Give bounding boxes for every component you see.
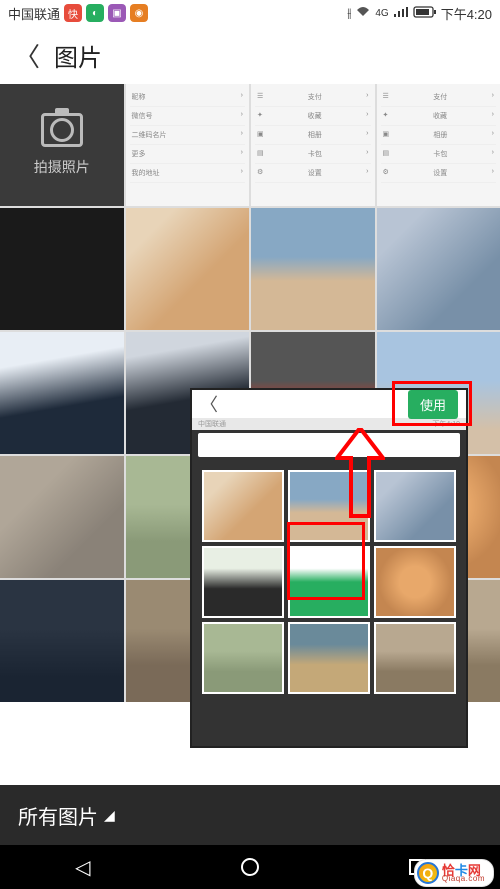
- page-title: 图片: [54, 38, 102, 73]
- annotation-arrow: [335, 428, 385, 523]
- overlay-thumb[interactable]: [202, 546, 284, 618]
- battery-icon: [413, 6, 437, 21]
- header: 〈 图片: [0, 26, 500, 84]
- time-label: 下午4:20: [441, 4, 492, 23]
- dropdown-icon: ◢: [104, 807, 115, 824]
- app-icon-1: 快: [64, 4, 82, 22]
- camera-icon: [41, 113, 83, 147]
- photo-thumb[interactable]: [251, 208, 375, 330]
- annotation-box-selection: [287, 522, 365, 600]
- overlay-search-row: [192, 430, 466, 460]
- overlay-thumb[interactable]: [202, 622, 284, 694]
- annotation-box-use: [392, 381, 472, 426]
- camera-label: 拍摄照片: [34, 157, 90, 177]
- overlay-search-input[interactable]: [198, 433, 460, 457]
- photo-thumb[interactable]: 昵称› 微信号› 二维码名片› 更多› 我的地址›: [126, 84, 250, 206]
- photo-thumb[interactable]: [0, 208, 124, 330]
- vibrate-icon: ⫲: [347, 5, 351, 21]
- watermark-url: Qiaqa.com: [442, 875, 485, 883]
- overlay-back-button[interactable]: 〈: [200, 391, 218, 417]
- photo-thumb[interactable]: [0, 456, 124, 578]
- photo-thumb[interactable]: [0, 332, 124, 454]
- watermark: Q 恰卡网 Qiaqa.com: [414, 859, 494, 887]
- app-icon-3: ▣: [108, 4, 126, 22]
- overlay-thumb[interactable]: [288, 622, 370, 694]
- app-icon-4: ◉: [130, 4, 148, 22]
- status-bar: 中国联通 快 ◐ ▣ ◉ ⫲ 4G 下午4:20: [0, 0, 500, 26]
- app-icon-2: ◐: [86, 4, 104, 22]
- photo-thumb[interactable]: [126, 208, 250, 330]
- album-selector[interactable]: 所有图片 ◢: [0, 785, 500, 845]
- back-button[interactable]: 〈: [14, 37, 40, 74]
- carrier-label: 中国联通: [8, 4, 60, 23]
- overlay-thumb[interactable]: [202, 470, 284, 542]
- overlay-thumb[interactable]: [374, 546, 456, 618]
- photo-thumb[interactable]: ☰支付› ✦收藏› ▣相册› ▤卡包› ⚙设置›: [251, 84, 375, 206]
- photo-thumb[interactable]: [377, 208, 500, 330]
- overlay-thumb[interactable]: [374, 622, 456, 694]
- nav-back[interactable]: ◁: [75, 855, 90, 880]
- nav-home[interactable]: [241, 858, 259, 876]
- photo-thumb[interactable]: [0, 580, 124, 702]
- watermark-logo: Q: [417, 862, 439, 884]
- photo-thumb[interactable]: ☰支付› ✦收藏› ▣相册› ▤卡包› ⚙设置›: [377, 84, 500, 206]
- network-label: 4G: [375, 8, 388, 19]
- album-label: 所有图片: [18, 801, 98, 830]
- signal-icon: [393, 6, 409, 21]
- wifi-icon: [355, 6, 371, 21]
- camera-cell[interactable]: 拍摄照片: [0, 84, 124, 206]
- overlay-thumb[interactable]: [374, 470, 456, 542]
